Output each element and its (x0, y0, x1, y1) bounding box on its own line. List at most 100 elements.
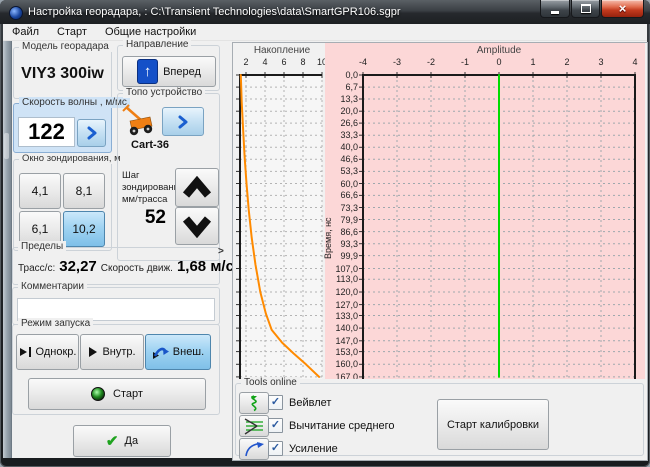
gain-tool-button[interactable] (239, 438, 269, 460)
mode-external-text: Внеш. (172, 346, 205, 358)
direction-group: Направление ↑ Вперед (117, 39, 220, 91)
chart-panel: 2 4 6 8 10 Накопление Время, нс 0,0 6,7 13,3 20,… (232, 42, 648, 461)
movement-speed-label: Скорость движ. (100, 263, 173, 274)
comments-label: Комментарии (18, 281, 87, 292)
chart-title: Накопление (254, 45, 311, 56)
mode-external-button[interactable]: Внеш. (145, 334, 211, 370)
step-label-line3: мм/трасса (122, 194, 168, 205)
minimize-icon (551, 10, 559, 14)
window-option-4-1[interactable]: 4,1 (19, 173, 61, 209)
cart-icon (122, 104, 153, 136)
model-group-label: Модель георадара (19, 41, 112, 52)
maximize-button[interactable] (571, 0, 600, 18)
x-tick-label: 8 (300, 57, 305, 67)
topo-device-next-button[interactable] (162, 107, 204, 136)
time-tick-label: 13,3 (340, 94, 358, 104)
traces-per-sec-label: Трасс/с: (18, 263, 56, 274)
sounding-window-group: Окно зондирования, м 4,1 8,1 6,1 10,2 (13, 153, 124, 251)
amplitude-chart: -4 -3 -2 -1 0 1 2 3 4 Amplitude (359, 45, 638, 379)
wave-velocity-label: Скорость волны , м/мс (19, 97, 130, 108)
led-record-icon (91, 387, 106, 401)
start-calibration-button[interactable]: Старт калибровки (437, 399, 549, 450)
step-decrease-button[interactable] (175, 207, 219, 245)
menu-general-settings[interactable]: Общие настройки (96, 24, 205, 40)
gain-curve-icon (245, 441, 264, 456)
panel-expander-arrow[interactable]: > (218, 246, 224, 257)
time-tick-label: 113,0 (336, 274, 358, 285)
close-icon: × (618, 1, 627, 16)
title-bar: Настройка георадара, : C:\Transient Tech… (0, 0, 650, 24)
time-tick-label: 26,6 (340, 118, 358, 129)
time-tick-label: 93,3 (340, 238, 358, 249)
mean-subtraction-checkbox-row: ✓ Вычитание среднего (268, 418, 395, 433)
step-increase-button[interactable] (175, 168, 219, 207)
time-tick-label: 79,9 (340, 214, 358, 225)
left-splitter[interactable] (3, 41, 12, 458)
time-tick-label: 73,3 (340, 202, 358, 213)
checkmark-icon: ✔ (105, 433, 119, 450)
wave-velocity-next-button[interactable] (77, 119, 106, 147)
ok-button[interactable]: ✔ Да (73, 425, 171, 457)
x-tick-label: 4 (262, 57, 267, 67)
tools-online-group: Tools online ✓ Вейвлет ✓ Вычитание средн… (235, 377, 644, 460)
chart-title: Amplitude (477, 45, 522, 56)
menu-start[interactable]: Старт (48, 24, 96, 40)
time-tick-label: 107,0 (335, 263, 358, 274)
minimize-button[interactable] (540, 0, 570, 18)
x-tick-label: -1 (461, 57, 469, 67)
radar-model-value: VIY3 300iw (21, 65, 104, 82)
time-tick-label: 40,0 (340, 142, 358, 153)
start-button[interactable]: Старт (28, 378, 206, 410)
time-tick-label: 140,0 (335, 323, 358, 334)
time-tick-label: 53,3 (340, 166, 358, 177)
time-tick-label: 120,0 (335, 287, 358, 297)
direction-button[interactable]: ↑ Вперед (122, 56, 216, 87)
chevron-up-icon (182, 175, 212, 198)
step-value: 52 (144, 207, 166, 228)
mode-internal-text: Внутр. (102, 346, 136, 358)
x-tick-label: 4 (632, 57, 637, 67)
splitter-grip-icon (4, 133, 9, 159)
time-tick-label: 20,0 (340, 106, 358, 117)
direction-value: Вперед (163, 65, 201, 78)
play-to-bar-icon (19, 346, 32, 358)
chevron-right-icon (178, 115, 188, 128)
external-trigger-icon (152, 346, 169, 359)
menu-file[interactable]: Файл (3, 24, 48, 40)
mode-single-button[interactable]: Однокр. (16, 334, 79, 370)
x-tick-label: 2 (564, 57, 569, 67)
wavelet-icon (251, 394, 257, 411)
time-tick-label: 6,7 (345, 82, 358, 93)
x-tick-label: 3 (598, 57, 603, 67)
mean-subtraction-checkbox[interactable]: ✓ (268, 418, 283, 433)
start-button-text: Старт (113, 388, 143, 400)
wavelet-checkbox-row: ✓ Вейвлет (268, 395, 331, 410)
window-option-8-1[interactable]: 8,1 (63, 173, 105, 209)
window-title: Настройка георадара, : C:\Transient Tech… (28, 6, 401, 18)
x-tick-label: 6 (281, 57, 286, 67)
mean-subtraction-tool-button[interactable] (239, 415, 269, 437)
x-tick-label: -4 (359, 57, 367, 67)
gain-checkbox[interactable]: ✓ (268, 441, 283, 456)
play-icon (88, 346, 98, 358)
time-tick-label: 86,6 (340, 226, 358, 237)
mean-subtraction-checkbox-label: Вычитание среднего (289, 419, 395, 432)
x-tick-label: 0 (496, 57, 501, 67)
limits-label: Пределы (18, 241, 67, 252)
arrow-up-sign-icon: ↑ (137, 59, 159, 84)
wavelet-tool-button[interactable] (239, 392, 269, 414)
time-tick-label: 147,0 (335, 335, 358, 346)
time-tick-label: 160,0 (335, 359, 358, 370)
x-tick-label: 1 (530, 57, 535, 67)
client-area: Модель георадара VIY3 300iw Скорость вол… (3, 39, 648, 461)
window-option-10-2[interactable]: 10,2 (63, 211, 105, 247)
limits-group: Пределы Трасс/с: 32,27 Скорость движ. 1,… (12, 241, 234, 285)
mode-internal-button[interactable]: Внутр. (80, 334, 144, 370)
time-tick-label: 0,0 (345, 70, 358, 80)
close-button[interactable]: × (601, 0, 644, 18)
maximize-icon (580, 4, 591, 13)
topo-device-label: Топо устройство (123, 87, 206, 98)
wave-velocity-input[interactable]: 122 (18, 117, 75, 147)
sounding-window-label: Окно зондирования, м (19, 153, 124, 164)
wavelet-checkbox[interactable]: ✓ (268, 395, 283, 410)
